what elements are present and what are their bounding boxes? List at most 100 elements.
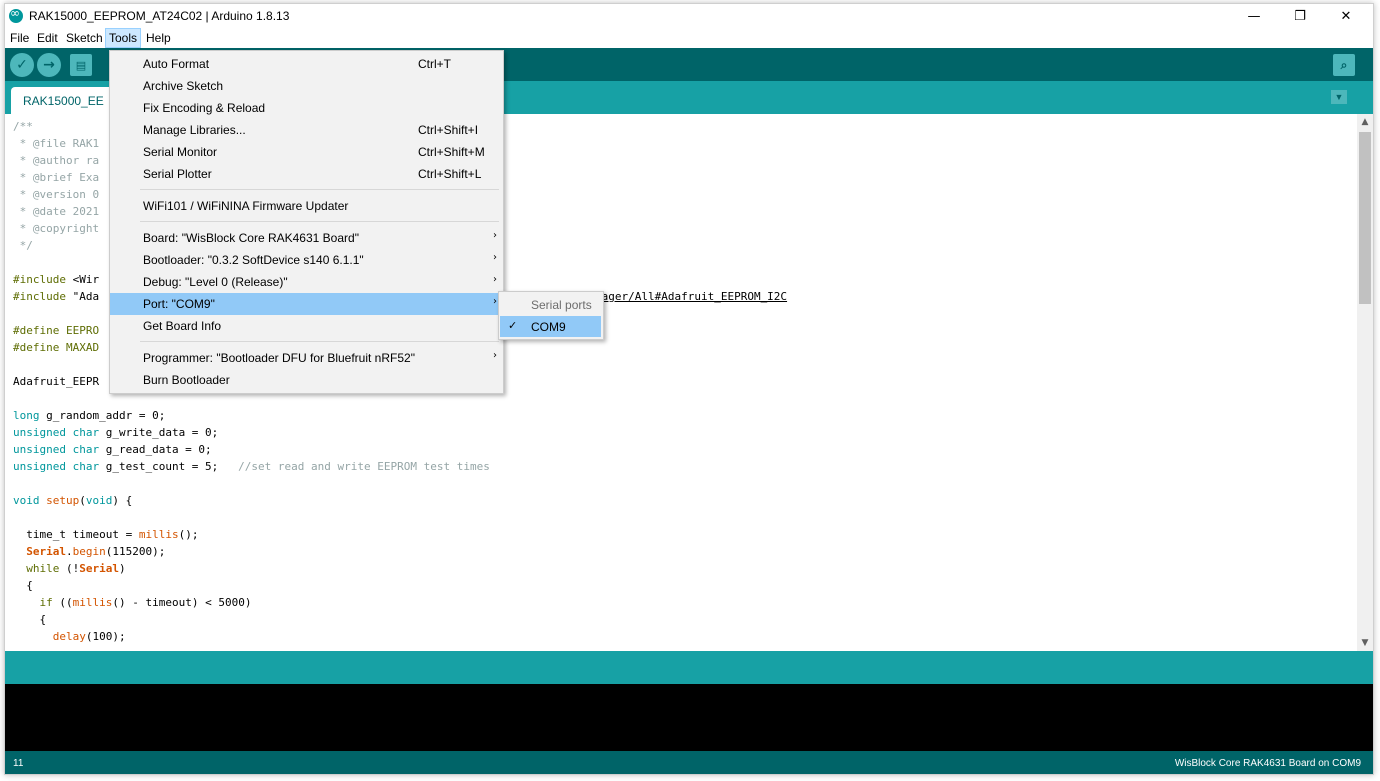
menu-item-label: Board: "WisBlock Core RAK4631 Board" xyxy=(143,231,359,245)
menu-edit[interactable]: Edit xyxy=(34,29,61,47)
scroll-up-icon[interactable]: ▲ xyxy=(1357,114,1373,130)
include-target: "Ada xyxy=(72,290,100,303)
code-text: ( xyxy=(79,494,86,507)
menu-item-label: Auto Format xyxy=(143,57,210,71)
code-text: ) { xyxy=(112,494,133,507)
minimize-button[interactable]: — xyxy=(1231,4,1277,28)
board-port-status: WisBlock Core RAK4631 Board on COM9 xyxy=(1174,758,1361,769)
code-line: #define MAXAD xyxy=(13,341,100,354)
function-name: delay xyxy=(13,630,86,643)
code-line: { xyxy=(13,579,33,592)
menu-item-manage-libraries[interactable]: Manage Libraries... Ctrl+Shift+I xyxy=(110,119,503,141)
code-line: * @version 0 xyxy=(13,188,100,201)
submenu-arrow-icon: › xyxy=(493,230,497,241)
menu-item-label: Serial Monitor xyxy=(143,145,218,159)
line-number: 11 xyxy=(13,758,24,769)
object-name: Serial xyxy=(13,545,66,558)
menu-item-debug[interactable]: Debug: "Level 0 (Release)" › xyxy=(110,271,503,293)
arrow-right-icon: → xyxy=(43,57,55,73)
code-text: () - timeout) < 5000) xyxy=(112,596,252,609)
check-icon: ✓ xyxy=(16,57,28,73)
maximize-button[interactable]: ❐ xyxy=(1277,4,1323,28)
type-keyword: unsigned char xyxy=(13,443,100,456)
menu-separator xyxy=(140,189,499,190)
menu-separator xyxy=(140,341,499,342)
menu-file[interactable]: File xyxy=(7,29,32,47)
code-text: (100); xyxy=(85,630,126,643)
include-target: <Wir xyxy=(72,273,100,286)
function-name: millis xyxy=(138,528,179,541)
include-directive: #include xyxy=(13,273,73,286)
code-text: (115200); xyxy=(105,545,166,558)
code-line: * @author ra xyxy=(13,154,100,167)
type-keyword: void xyxy=(85,494,113,507)
menu-item-shortcut: Ctrl+Shift+M xyxy=(418,145,485,159)
code-line: * @brief Exa xyxy=(13,171,100,184)
menu-item-shortcut: Ctrl+Shift+L xyxy=(418,167,482,181)
port-label: COM9 xyxy=(531,320,566,334)
menu-item-burn-bootloader[interactable]: Burn Bootloader xyxy=(110,369,503,391)
code-line: * @date 2021 xyxy=(13,205,100,218)
library-link[interactable]: nager/All#Adafruit_EEPROM_I2C xyxy=(595,290,787,303)
menu-item-board-info[interactable]: Get Board Info xyxy=(110,315,503,337)
menu-separator xyxy=(140,221,499,222)
menu-item-serial-monitor[interactable]: Serial Monitor Ctrl+Shift+M xyxy=(110,141,503,163)
control-keyword: if xyxy=(13,596,53,609)
function-name: setup xyxy=(39,494,80,507)
code-line: #define EEPRO xyxy=(13,324,100,337)
menu-item-firmware-updater[interactable]: WiFi101 / WiFiNINA Firmware Updater xyxy=(110,195,503,217)
editor-scrollbar[interactable]: ▲ ▼ xyxy=(1357,114,1373,651)
new-sketch-button[interactable]: ▤ xyxy=(70,54,92,76)
code-text: (! xyxy=(59,562,80,575)
serial-monitor-button[interactable]: ⌕ xyxy=(1333,54,1355,76)
code-text: g_read_data = 0; xyxy=(99,443,212,456)
menu-item-auto-format[interactable]: Auto Format Ctrl+T xyxy=(110,53,503,75)
type-keyword: long xyxy=(13,409,40,422)
submenu-arrow-icon: › xyxy=(493,252,497,263)
code-text: ) xyxy=(118,562,126,575)
menu-item-label: Fix Encoding & Reload xyxy=(143,101,266,115)
menu-item-programmer[interactable]: Programmer: "Bootloader DFU for Bluefrui… xyxy=(110,347,503,369)
tab-menu-button[interactable]: ▼ xyxy=(1331,90,1347,104)
menu-item-board[interactable]: Board: "WisBlock Core RAK4631 Board" › xyxy=(110,227,503,249)
checkmark-icon: ✓ xyxy=(508,319,518,332)
code-line: if ((millis() - timeout) < 5000) xyxy=(13,596,251,609)
code-text: (( xyxy=(52,596,73,609)
function-name: millis xyxy=(72,596,113,609)
menu-tools[interactable]: Tools xyxy=(105,28,142,48)
menu-item-bootloader[interactable]: Bootloader: "0.3.2 SoftDevice s140 6.1.1… xyxy=(110,249,503,271)
tools-menu-dropdown: Auto Format Ctrl+T Archive Sketch Fix Enc… xyxy=(109,50,504,394)
code-text: time_t timeout = xyxy=(13,528,139,541)
arduino-logo-icon xyxy=(9,6,23,23)
document-icon: ▤ xyxy=(75,58,87,72)
menu-item-label: Burn Bootloader xyxy=(143,373,230,387)
menu-help[interactable]: Help xyxy=(143,29,174,47)
close-button[interactable]: ✕ xyxy=(1323,4,1369,28)
menu-item-label: Manage Libraries... xyxy=(143,123,246,137)
code-text: g_random_addr = 0; xyxy=(39,409,166,422)
menu-item-port[interactable]: Port: "COM9" › xyxy=(110,293,503,315)
code-text: g_test_count = 5; xyxy=(99,460,239,473)
submenu-arrow-icon: › xyxy=(493,350,497,361)
verify-button[interactable]: ✓ xyxy=(10,53,34,77)
upload-button[interactable]: → xyxy=(37,53,61,77)
scrollbar-thumb[interactable] xyxy=(1359,132,1371,304)
editor-console-divider[interactable] xyxy=(5,651,1373,684)
title-bar: RAK15000_EEPROM_AT24C02 | Arduino 1.8.13… xyxy=(5,4,1373,28)
menu-sketch[interactable]: Sketch xyxy=(63,29,106,47)
chevron-down-icon: ▼ xyxy=(1334,92,1344,102)
menu-bar: File Edit Sketch Tools Help xyxy=(5,28,1373,48)
menu-item-label: Serial Plotter xyxy=(143,167,212,181)
menu-item-archive-sketch[interactable]: Archive Sketch xyxy=(110,75,503,97)
menu-item-label: Debug: "Level 0 (Release)" xyxy=(143,275,288,289)
port-option-com9[interactable]: ✓ COM9 xyxy=(500,316,601,337)
port-submenu: Serial ports ✓ COM9 xyxy=(498,291,604,340)
scroll-down-icon[interactable]: ▼ xyxy=(1357,635,1373,651)
menu-item-label: Port: "COM9" xyxy=(143,297,215,311)
menu-item-serial-plotter[interactable]: Serial Plotter Ctrl+Shift+L xyxy=(110,163,503,185)
code-line: Adafruit_EEPR xyxy=(13,375,100,388)
menu-item-fix-encoding[interactable]: Fix Encoding & Reload xyxy=(110,97,503,119)
arduino-ide-window: RAK15000_EEPROM_AT24C02 | Arduino 1.8.13… xyxy=(4,3,1374,775)
code-line: time_t timeout = millis(); xyxy=(13,528,198,541)
code-line: long g_random_addr = 0; xyxy=(13,409,165,422)
